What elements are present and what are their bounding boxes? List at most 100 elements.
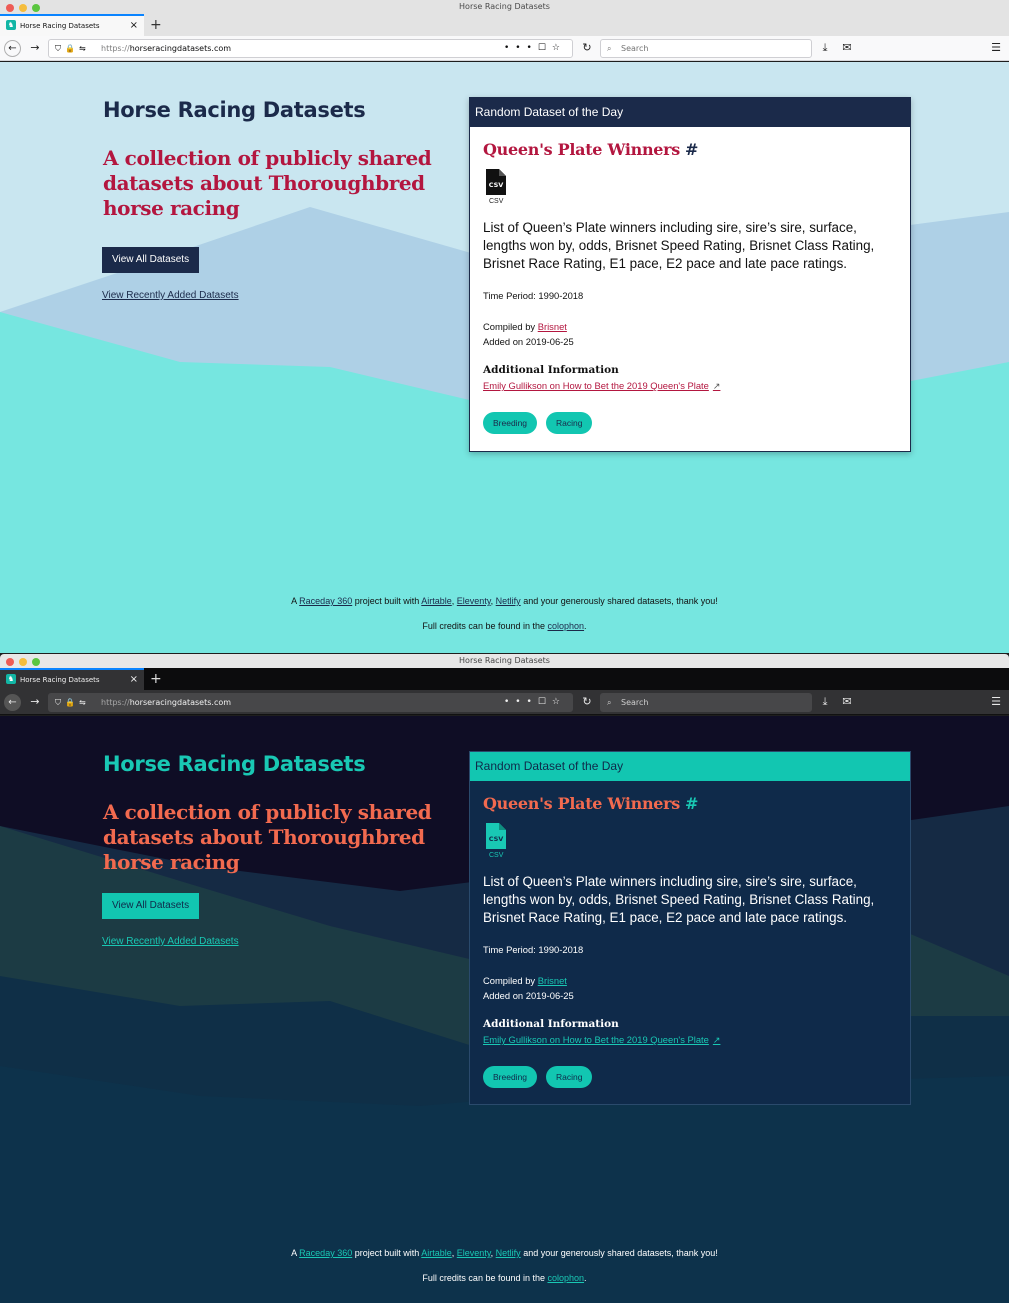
search-input[interactable]: ⌕ Search: [600, 693, 812, 712]
mail-icon[interactable]: ✉: [838, 40, 856, 56]
compiled-by-link[interactable]: Brisnet: [538, 975, 567, 986]
hamburger-menu-icon[interactable]: ☰: [987, 694, 1005, 710]
footer-text: A: [291, 1248, 300, 1258]
browser-tab[interactable]: ♞ Horse Racing Datasets ×: [0, 668, 144, 690]
close-window-icon[interactable]: [6, 4, 14, 12]
reload-icon[interactable]: ↻: [578, 40, 596, 56]
dataset-title-text[interactable]: Queen's Plate Winners: [483, 794, 680, 813]
permalink-hash[interactable]: #: [685, 140, 698, 159]
download-icon[interactable]: ⤓: [816, 40, 834, 56]
site-title[interactable]: Horse Racing Datasets: [103, 752, 366, 776]
time-period: Time Period: 1990-2018: [483, 944, 584, 955]
dataset-title: Queen's Plate Winners #: [483, 794, 698, 813]
address-bar[interactable]: ⛉🔒⇋ https://horseracingdatasets.com •••☐…: [48, 693, 573, 712]
view-recent-datasets-link[interactable]: View Recently Added Datasets: [102, 290, 239, 301]
airtable-link[interactable]: Airtable: [421, 1248, 452, 1258]
tab-strip: ♞ Horse Racing Datasets × +: [0, 14, 1009, 36]
added-on-date: Added on 2019-06-25: [483, 336, 574, 347]
footer-credits: A Raceday 360 project built with Airtabl…: [0, 1248, 1009, 1258]
zoom-window-icon[interactable]: [32, 4, 40, 12]
additional-info-heading: Additional Information: [483, 1018, 619, 1030]
site-favicon-icon: ♞: [6, 20, 16, 30]
tab-title: Horse Racing Datasets: [20, 676, 100, 684]
tab-close-icon[interactable]: ×: [130, 670, 138, 690]
mail-icon[interactable]: ✉: [838, 694, 856, 710]
time-period: Time Period: 1990-2018: [483, 290, 584, 301]
dataset-title-text[interactable]: Queen's Plate Winners: [483, 140, 680, 159]
zoom-window-icon[interactable]: [32, 658, 40, 666]
view-all-datasets-button[interactable]: View All Datasets: [102, 893, 200, 919]
back-arrow-icon[interactable]: ←: [4, 694, 21, 711]
compiled-by-prefix: Compiled by: [483, 975, 538, 986]
compiled-by: Compiled by Brisnet: [483, 975, 567, 986]
new-tab-icon[interactable]: +: [150, 668, 162, 690]
permalink-hash[interactable]: #: [685, 794, 698, 813]
netlify-link[interactable]: Netlify: [496, 596, 521, 606]
url-scheme: https://: [101, 698, 130, 707]
search-placeholder: Search: [621, 698, 649, 707]
csv-icon-text: CSV: [489, 181, 504, 189]
dataset-title: Queen's Plate Winners #: [483, 140, 698, 159]
page-actions[interactable]: •••☐☆: [504, 40, 566, 57]
new-tab-icon[interactable]: +: [150, 14, 162, 36]
additional-info-link[interactable]: Emily Gullikson on How to Bet the 2019 Q…: [483, 1034, 720, 1046]
reload-icon[interactable]: ↻: [578, 694, 596, 710]
csv-file-icon[interactable]: CSV: [486, 823, 506, 849]
tab-close-icon[interactable]: ×: [130, 16, 138, 36]
csv-file-icon[interactable]: CSV: [486, 169, 506, 195]
browser-window-light-theme: Horse Racing Datasets ♞ Horse Racing Dat…: [0, 0, 1009, 653]
site-title[interactable]: Horse Racing Datasets: [103, 98, 366, 122]
tag-breeding[interactable]: Breeding: [483, 1066, 538, 1088]
page-actions[interactable]: •••☐☆: [504, 694, 566, 711]
colophon-link[interactable]: colophon: [548, 621, 585, 631]
tag-racing[interactable]: Racing: [546, 412, 593, 434]
compiled-by-link[interactable]: Brisnet: [538, 321, 567, 332]
eleventy-link[interactable]: Eleventy: [457, 596, 491, 606]
tag-racing[interactable]: Racing: [546, 1066, 593, 1088]
additional-info-link-text[interactable]: Emily Gullikson on How to Bet the 2019 Q…: [483, 1034, 709, 1045]
forward-arrow-icon[interactable]: →: [26, 694, 44, 710]
footer-text: Full credits can be found in the: [422, 1273, 548, 1283]
dataset-description: List of Queen’s Plate winners including …: [483, 220, 875, 271]
window-title: Horse Racing Datasets: [459, 656, 550, 665]
footer-text: and your generously shared datasets, tha…: [520, 1248, 718, 1258]
additional-info-link[interactable]: Emily Gullikson on How to Bet the 2019 Q…: [483, 380, 720, 392]
minimize-window-icon[interactable]: [19, 658, 27, 666]
search-icon: ⌕: [607, 44, 612, 53]
raceday-360-link[interactable]: Raceday 360: [299, 596, 352, 606]
footer-text: .: [584, 621, 587, 631]
download-icon[interactable]: ⤓: [816, 694, 834, 710]
forward-arrow-icon[interactable]: →: [26, 40, 44, 56]
view-all-datasets-button[interactable]: View All Datasets: [102, 247, 200, 273]
site-info-icons[interactable]: ⛉🔒⇋: [55, 694, 90, 711]
additional-info-link-text[interactable]: Emily Gullikson on How to Bet the 2019 Q…: [483, 380, 709, 391]
footer-text: .: [584, 1273, 587, 1283]
tab-title: Horse Racing Datasets: [20, 22, 100, 30]
site-info-icons[interactable]: ⛉🔒⇋: [55, 40, 90, 57]
url-scheme: https://: [101, 44, 130, 53]
colophon-link[interactable]: colophon: [548, 1273, 585, 1283]
netlify-link[interactable]: Netlify: [496, 1248, 521, 1258]
page-content: Horse Racing Datasets A collection of pu…: [0, 716, 1009, 1303]
address-bar[interactable]: ⛉🔒⇋ https://horseracingdatasets.com •••☐…: [48, 39, 573, 58]
dataset-of-the-day-card: Random Dataset of the Day Queen's Plate …: [469, 97, 911, 452]
browser-tab[interactable]: ♞ Horse Racing Datasets ×: [0, 14, 144, 36]
search-input[interactable]: ⌕ Search: [600, 39, 812, 58]
airtable-link[interactable]: Airtable: [421, 596, 452, 606]
raceday-360-link[interactable]: Raceday 360: [299, 1248, 352, 1258]
eleventy-link[interactable]: Eleventy: [457, 1248, 491, 1258]
close-window-icon[interactable]: [6, 658, 14, 666]
search-icon: ⌕: [607, 698, 612, 707]
external-link-icon: ↗: [712, 1035, 721, 1045]
minimize-window-icon[interactable]: [19, 4, 27, 12]
tag-breeding[interactable]: Breeding: [483, 412, 538, 434]
site-tagline: A collection of publicly shared datasets…: [103, 800, 432, 874]
dataset-description: List of Queen’s Plate winners including …: [483, 874, 875, 925]
compiled-by-prefix: Compiled by: [483, 321, 538, 332]
view-recent-datasets-link[interactable]: View Recently Added Datasets: [102, 936, 239, 947]
hamburger-menu-icon[interactable]: ☰: [987, 40, 1005, 56]
card-header: Random Dataset of the Day: [470, 752, 910, 781]
file-type-label: CSV: [489, 198, 504, 205]
site-tagline: A collection of publicly shared datasets…: [103, 146, 432, 220]
back-arrow-icon[interactable]: ←: [4, 40, 21, 57]
